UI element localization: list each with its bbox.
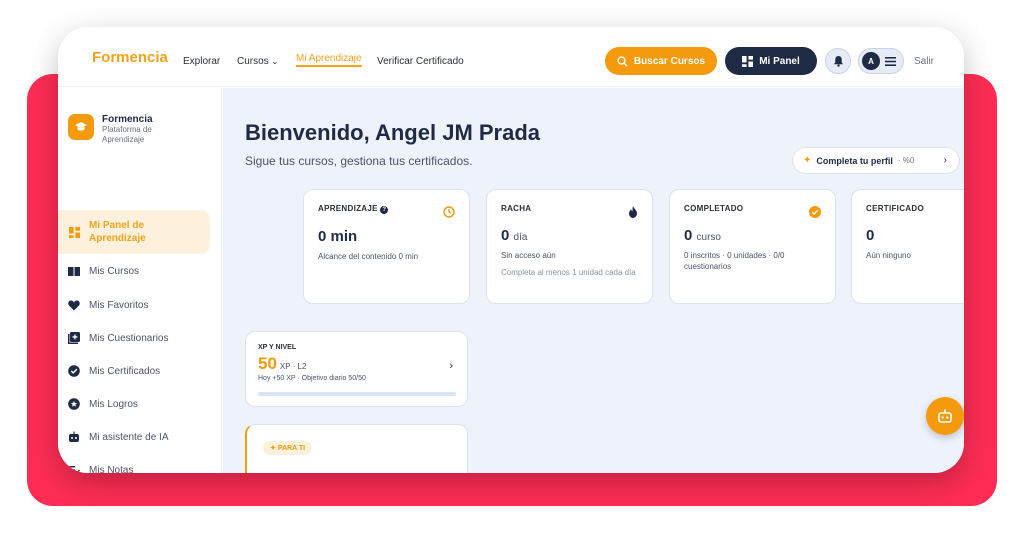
menu-icon <box>885 56 896 66</box>
dashboard-icon <box>742 55 754 67</box>
xp-suffix: XP · L2 <box>279 362 307 371</box>
notifications-button[interactable] <box>825 48 851 74</box>
sidebar-item-achievements[interactable]: Mis Logros <box>58 389 222 419</box>
sidebar-item-label: Mis Cursos <box>89 265 140 277</box>
xp-progress-bar <box>258 392 456 396</box>
ai-assistant-fab[interactable] <box>926 397 964 435</box>
main-content: Bienvenido, Angel JM Prada Sigue tus cur… <box>223 88 964 473</box>
card-note: 0 inscritos · 0 unidades · 0/0 cuestiona… <box>684 251 785 271</box>
sidebar-brand: Formencia Plataforma de Aprendizaje <box>68 114 182 145</box>
sidebar: Formencia Plataforma de Aprendizaje Mi P… <box>58 88 222 473</box>
complete-profile-label: Completa tu perfil <box>816 155 893 166</box>
nav-courses[interactable]: Cursos ⌄ <box>237 56 278 67</box>
sidebar-subtitle: Plataforma de Aprendizaje <box>102 125 152 144</box>
stage: Formencia Explorar Cursos ⌄ Mi Aprendiza… <box>0 0 1024 536</box>
profile-percentage: · %0 <box>897 156 915 165</box>
clock-icon <box>443 205 455 223</box>
avatar: A <box>862 52 880 70</box>
for-you-chip: ✦ PARA TI <box>263 441 313 455</box>
card-note: Aún ninguno <box>866 251 911 260</box>
profile-percentage-value: %0 <box>902 156 915 165</box>
logout-link[interactable]: Salir <box>914 56 934 67</box>
my-panel-label: Mi Panel <box>759 55 800 67</box>
stat-card-learning: APRENDIZAJE ? 0 min Alcance del contenid… <box>303 189 470 304</box>
graduation-cap-icon <box>68 114 94 140</box>
dashboard-icon <box>68 226 80 238</box>
chevron-right-icon: › <box>943 155 947 166</box>
sidebar-item-ai-assistant[interactable]: Mi asistente de IA <box>58 422 222 452</box>
stat-card-streak: RACHA 0 día Sin acceso aún Completa al m… <box>486 189 653 304</box>
sidebar-item-label: Mi Panel de Aprendizaje <box>89 220 146 244</box>
card-label: CERTIFICADO <box>866 204 924 213</box>
nav-explore[interactable]: Explorar <box>183 56 220 67</box>
sidebar-item-label: Mi asistente de IA <box>89 431 169 443</box>
sidebar-item-learning-panel[interactable]: Mi Panel de Aprendizaje <box>58 210 210 254</box>
sidebar-item-notes[interactable]: Mis Notas <box>58 455 222 473</box>
top-nav: Formencia Explorar Cursos ⌄ Mi Aprendiza… <box>58 27 964 87</box>
sparkle-icon: ✦ <box>803 155 812 166</box>
flame-icon <box>628 205 638 223</box>
page-title: Bienvenido, Angel JM Prada <box>245 120 541 145</box>
quiz-icon <box>68 332 80 344</box>
sidebar-item-quizzes[interactable]: Mis Cuestionarios <box>58 323 222 353</box>
xp-note: Hoy +50 XP · Objetivo diario 50/50 <box>258 375 366 382</box>
sidebar-title: Formencia <box>102 114 153 125</box>
robot-icon <box>68 431 80 443</box>
xp-progress-fill <box>258 392 456 396</box>
card-value: 0 curso <box>684 227 721 244</box>
card-unit: día <box>513 232 528 243</box>
card-value: 0 <box>866 227 875 244</box>
notes-icon <box>68 464 80 473</box>
card-unit: curso <box>696 232 721 243</box>
brand-logo[interactable]: Formencia <box>92 49 168 66</box>
sidebar-item-label: Mis Logros <box>89 398 138 410</box>
card-value: 0 min <box>318 228 358 245</box>
heart-icon <box>68 299 80 311</box>
bell-icon <box>833 55 843 67</box>
nav-verify-certificate[interactable]: Verificar Certificado <box>377 56 464 67</box>
my-panel-button[interactable]: Mi Panel <box>725 47 817 75</box>
xp-level-card[interactable]: XP Y NIVEL 50 XP · L2 Hoy +50 XP · Objeti… <box>245 331 468 407</box>
book-icon <box>68 265 80 277</box>
sidebar-item-label: Mis Notas <box>89 464 134 474</box>
app-window: Formencia Explorar Cursos ⌄ Mi Aprendiza… <box>58 27 964 473</box>
check-badge-icon <box>809 205 821 223</box>
sidebar-item-label: Mis Favoritos <box>89 299 149 311</box>
sidebar-item-certificates[interactable]: Mis Certificados <box>58 356 222 386</box>
search-icon <box>617 55 628 67</box>
trophy-icon <box>68 398 80 410</box>
search-courses-button[interactable]: Buscar Cursos <box>605 47 717 75</box>
nav-courses-label: Cursos <box>237 56 269 67</box>
xp-value: 50 XP · L2 <box>258 354 307 373</box>
card-label: RACHA <box>501 204 532 213</box>
robot-icon <box>938 409 952 423</box>
chevron-right-icon: › <box>449 360 453 372</box>
card-value: 0 día <box>501 227 528 244</box>
sidebar-item-courses[interactable]: Mis Cursos <box>58 256 222 286</box>
stat-card-completed: COMPLETADO 0 curso 0 inscritos · 0 unida… <box>669 189 836 304</box>
card-label: APRENDIZAJE ? <box>318 204 455 214</box>
sidebar-item-label: Mis Cuestionarios <box>89 332 169 344</box>
sidebar-item-favorites[interactable]: Mis Favoritos <box>58 290 222 320</box>
user-menu[interactable]: A <box>858 48 904 74</box>
page-subtitle: Sigue tus cursos, gestiona tus certifica… <box>245 154 473 168</box>
card-note: Sin acceso aún <box>501 251 556 260</box>
card-hint: Completa al menos 1 unidad cada día <box>501 268 636 277</box>
sidebar-item-label: Mis Certificados <box>89 365 161 377</box>
for-you-card[interactable]: ✦ PARA TI <box>245 424 468 473</box>
card-label: COMPLETADO <box>684 204 744 213</box>
search-courses-label: Buscar Cursos <box>633 55 706 67</box>
chevron-down-icon: ⌄ <box>271 57 279 66</box>
complete-profile-button[interactable]: ✦ Completa tu perfil · %0 › <box>792 147 960 174</box>
xp-label: XP Y NIVEL <box>258 344 297 351</box>
stat-card-certificate: CERTIFICADO 0 Aún ninguno <box>851 189 964 304</box>
card-note: Alcance del contenido 0 min <box>318 252 419 261</box>
badge-check-icon <box>68 365 80 377</box>
help-icon[interactable]: ? <box>380 206 389 214</box>
nav-my-learning[interactable]: Mi Aprendizaje <box>296 53 362 67</box>
